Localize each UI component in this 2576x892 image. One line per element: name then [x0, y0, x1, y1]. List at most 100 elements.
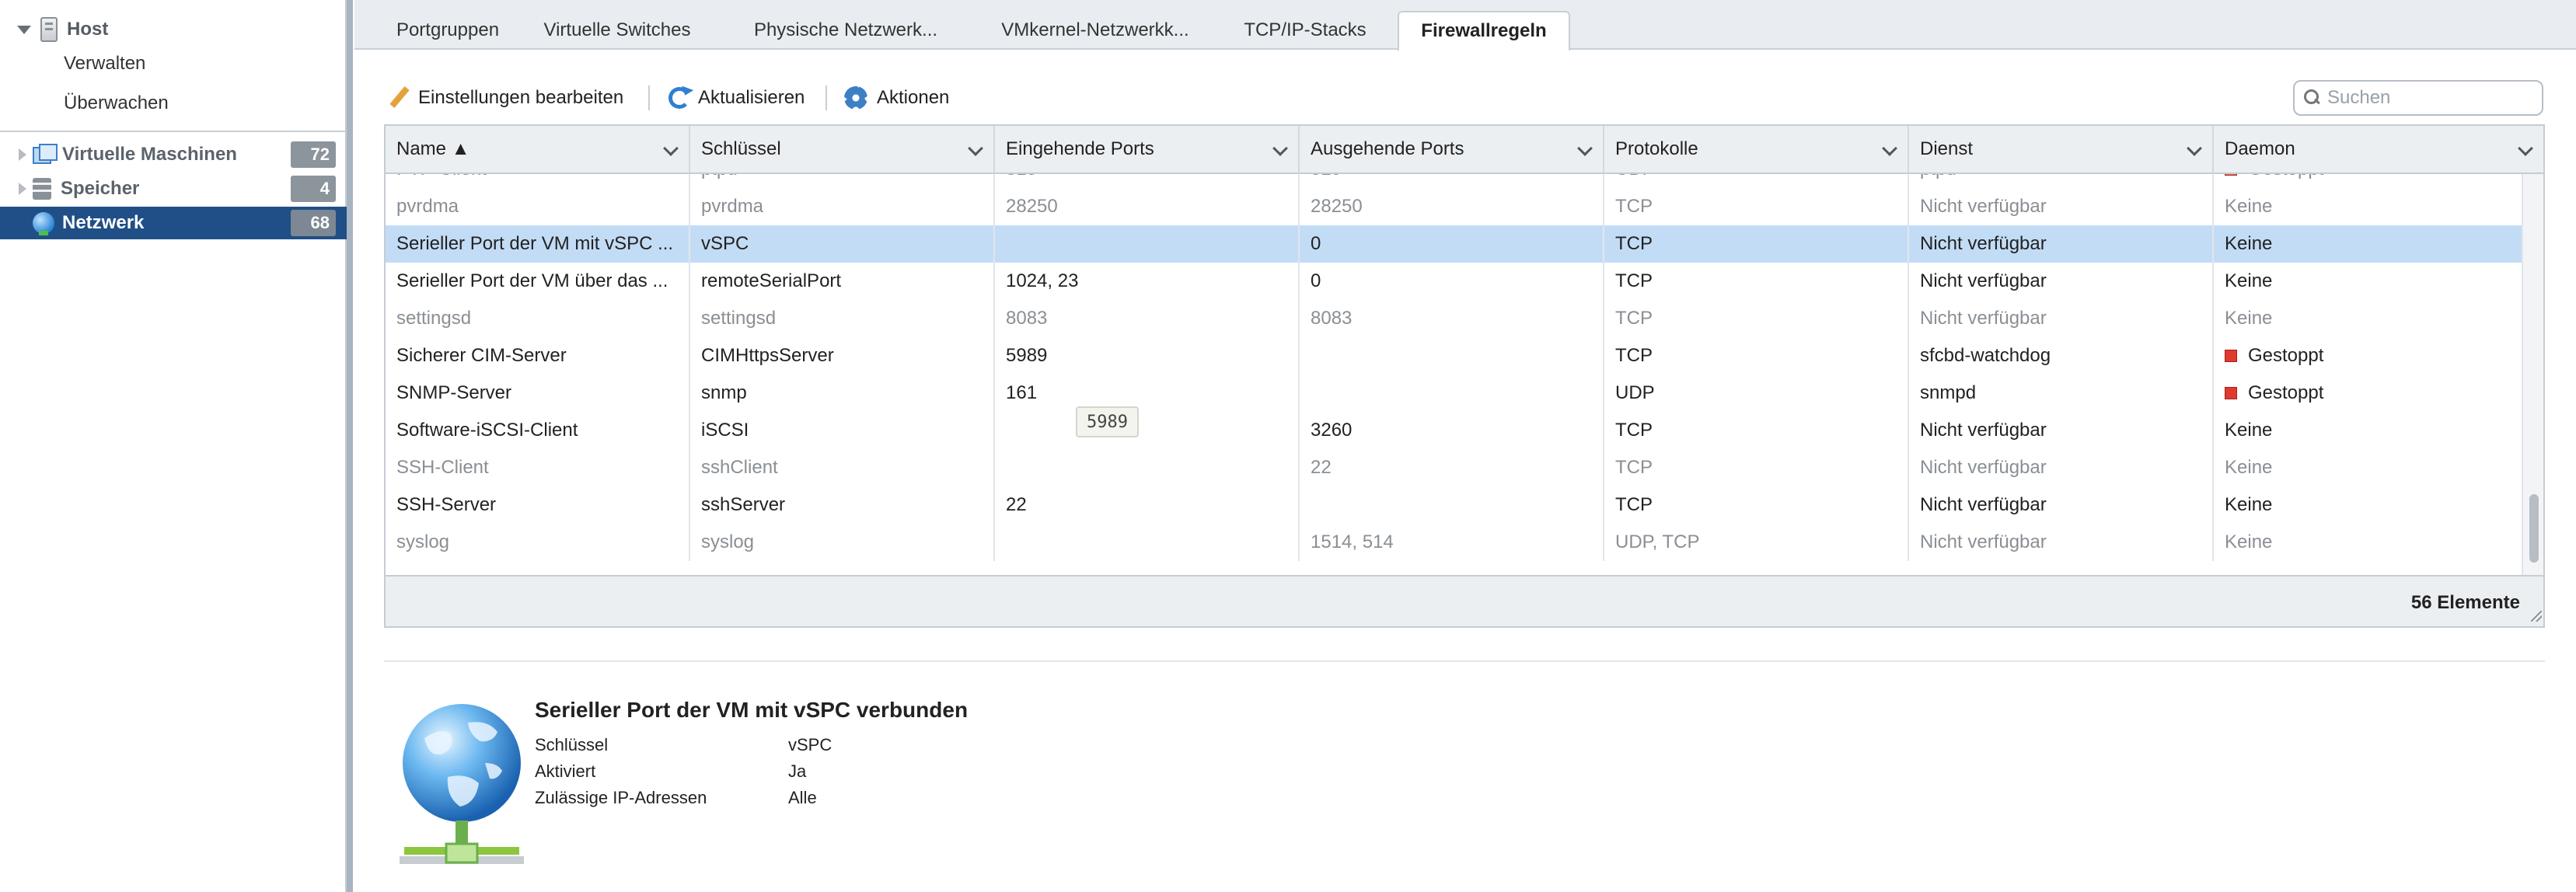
cell-name: pvrdma [386, 188, 690, 225]
cell-incoming-ports: 1024, 23 [995, 263, 1300, 300]
cell-key-text: snmp [701, 382, 747, 403]
search-field[interactable] [2293, 80, 2543, 116]
cell-outgoing-ports: 1514, 514 [1300, 524, 1604, 561]
cell-name: SNMP-Server [386, 375, 690, 412]
tree-item-ueberwachen[interactable]: Überwachen [64, 92, 169, 114]
table-row[interactable]: SSH-Client sshClient 22 TCP Nicht verfügbar K… [386, 449, 2525, 486]
scrollbar-thumb[interactable] [2529, 494, 2539, 563]
network-globe-icon [400, 704, 524, 864]
table-row[interactable]: settingsd settingsd 8083 8083 TCP Nicht verfü… [386, 300, 2525, 337]
cell-name-text: SSH-Server [396, 494, 497, 515]
expand-caret-icon[interactable] [17, 25, 31, 34]
cell-daemon-text: Keine [2225, 494, 2273, 515]
table-row[interactable]: SSH-Server sshServer 22 TCP Nicht verfügbar K… [386, 486, 2525, 524]
cell-protocols: UDP [1604, 375, 1909, 412]
cell-key: settingsd [690, 300, 995, 337]
tree-label-host: Host [67, 19, 109, 40]
resize-grip-icon[interactable] [2531, 611, 2542, 622]
cell-outgoing-ports: 28250 [1300, 188, 1604, 225]
cell-key-text: sshClient [701, 457, 778, 478]
table-row[interactable]: Sicherer CIM-Server CIMHttpsServer 5989 TCP… [386, 337, 2525, 375]
cell-service-text: ptpd [1920, 174, 1956, 180]
tree-item-network[interactable]: Netzwerk 68 [0, 207, 347, 239]
tab-virtuelle-switches[interactable]: Virtuelle Switches [530, 11, 704, 50]
column-header-label: Daemon [2225, 138, 2295, 159]
search-input[interactable] [2326, 86, 2528, 110]
chevron-down-icon[interactable] [1577, 141, 1593, 156]
chevron-down-icon[interactable] [968, 141, 983, 156]
cell-daemon: Keine [2214, 412, 2525, 449]
cell-protocols-text: TCP [1615, 196, 1653, 217]
cell-protocols: UDP, TCP [1604, 524, 1909, 561]
column-header-incoming-ports[interactable]: Eingehende Ports [995, 126, 1300, 174]
chevron-down-icon[interactable] [2518, 141, 2533, 156]
chevron-down-icon[interactable] [1882, 141, 1897, 156]
section-divider [384, 660, 2545, 662]
tab-vmkernel-netzwerk[interactable]: VMkernel-Netzwerkk... [987, 11, 1203, 50]
cell-key-text: iSCSI [701, 420, 749, 441]
cell-key: vSPC [690, 225, 995, 263]
cell-key-text: ptpd [701, 174, 738, 180]
cell-incoming-ports-text: 319 [1006, 174, 1037, 180]
cell-service: sfcbd-watchdog [1909, 337, 2214, 375]
actions-label: Aktionen [877, 87, 950, 108]
sidebar-divider [0, 131, 347, 132]
tree-item-virtual-machines[interactable]: Virtuelle Maschinen 72 [0, 138, 347, 171]
column-header-label: Eingehende Ports [1006, 138, 1154, 159]
cell-daemon: Keine [2214, 486, 2525, 524]
tree-item-storage[interactable]: Speicher 4 [0, 172, 347, 205]
cell-key: remoteSerialPort [690, 263, 995, 300]
cell-service-text: snmpd [1920, 382, 1977, 403]
column-header-daemon[interactable]: Daemon [2214, 126, 2543, 174]
table-row[interactable]: Serieller Port der VM über das ... remote… [386, 263, 2525, 300]
column-header-protocols[interactable]: Protokolle [1604, 126, 1909, 174]
table-row[interactable]: SNMP-Server snmp 161 UDP snmpd Gestoppt [386, 375, 2525, 412]
cell-daemon-text: Keine [2225, 308, 2273, 329]
cell-name: Serieller Port der VM mit vSPC ... [386, 225, 690, 263]
tab-physische-netzwerk[interactable]: Physische Netzwerk... [742, 11, 950, 50]
cell-name: SSH-Client [386, 449, 690, 486]
column-header-name[interactable]: Name ▲ [386, 126, 690, 174]
table-row[interactable]: Software-iSCSI-Client iSCSI 3260 TCP Nicht v… [386, 412, 2525, 449]
detail-label-key: Schlüssel [535, 735, 609, 754]
table-row[interactable]: syslog syslog 1514, 514 UDP, TCP Nicht verfü… [386, 524, 2525, 561]
column-header-service[interactable]: Dienst [1909, 126, 2214, 174]
actions-button[interactable]: Aktionen [844, 82, 949, 113]
detail-value-enabled: Ja [788, 761, 807, 781]
vertical-scrollbar[interactable] [2522, 174, 2543, 577]
edit-settings-button[interactable]: Einstellungen bearbeiten [389, 82, 623, 113]
tab-tcpip-stacks[interactable]: TCP/IP-Stacks [1227, 11, 1384, 50]
table-row[interactable]: PTP-Client ptpd 319 319 UDP ptpd Gestoppt [386, 174, 2525, 188]
detail-title: Serieller Port der VM mit vSPC verbunden [535, 698, 969, 722]
collapse-caret-icon[interactable] [19, 148, 26, 161]
pencil-icon [389, 87, 410, 109]
cell-key: ptpd [690, 174, 995, 188]
cell-outgoing-ports: 8083 [1300, 300, 1604, 337]
collapse-caret-icon[interactable] [19, 183, 26, 195]
cell-protocols: TCP [1604, 225, 1909, 263]
table-row[interactable]: pvrdma pvrdma 28250 28250 TCP Nicht verfügbar… [386, 188, 2525, 225]
cell-key-text: syslog [701, 531, 755, 552]
cell-name-text: SNMP-Server [396, 382, 512, 403]
tab-portgruppen[interactable]: Portgruppen [375, 11, 521, 50]
chevron-down-icon[interactable] [1272, 141, 1288, 156]
cell-service: Nicht verfügbar [1909, 524, 2214, 561]
column-header-key[interactable]: Schlüssel [690, 126, 995, 174]
cell-protocols-text: TCP [1615, 494, 1653, 515]
refresh-button[interactable]: Aktualisieren [668, 82, 805, 113]
tree-item-verwalten[interactable]: Verwalten [64, 53, 145, 75]
cell-key: pvrdma [690, 188, 995, 225]
cell-name: syslog [386, 524, 690, 561]
chevron-down-icon[interactable] [2187, 141, 2202, 156]
cell-daemon: Gestoppt [2214, 174, 2525, 188]
cell-key: sshServer [690, 486, 995, 524]
cell-key-text: vSPC [701, 233, 749, 254]
cell-service: Nicht verfügbar [1909, 188, 2214, 225]
column-header-outgoing-ports[interactable]: Ausgehende Ports [1300, 126, 1604, 174]
table-row[interactable]: Serieller Port der VM mit vSPC ... vSPC 0 T… [386, 225, 2525, 263]
tree-item-host[interactable]: Host [6, 14, 333, 45]
cell-name: Sicherer CIM-Server [386, 337, 690, 375]
host-server-icon [40, 17, 58, 42]
tab-firewallregeln[interactable]: Firewallregeln [1398, 11, 1570, 51]
chevron-down-icon[interactable] [663, 141, 679, 156]
